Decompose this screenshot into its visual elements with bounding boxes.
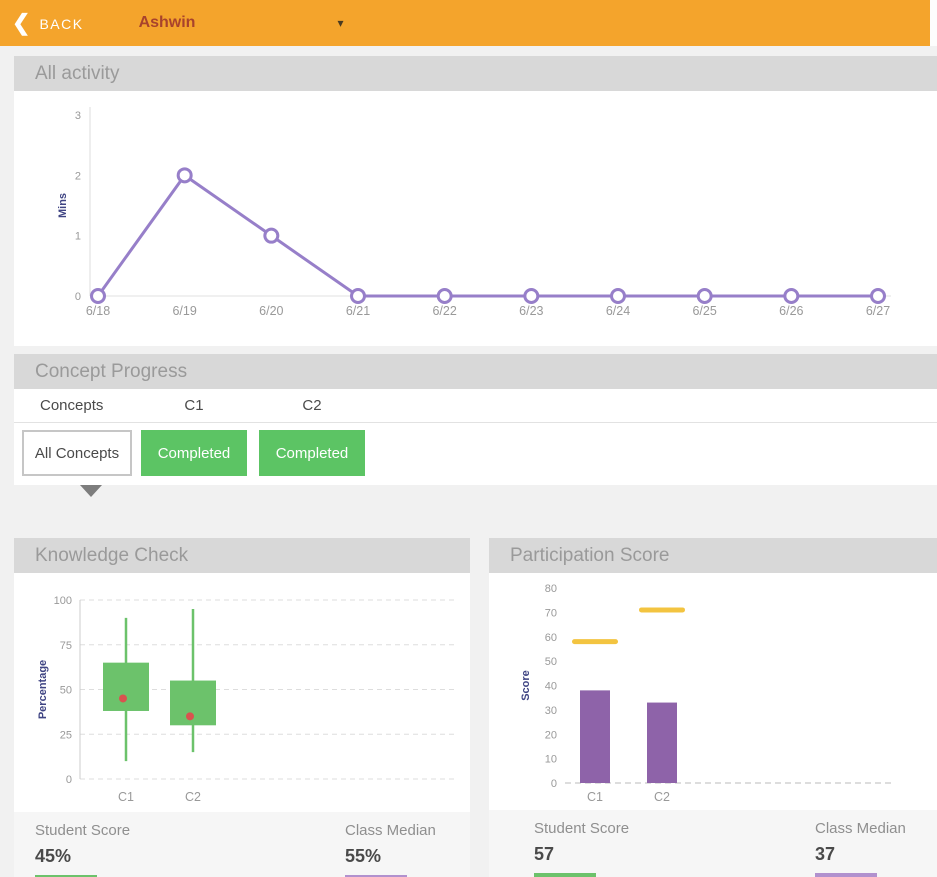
knowledge-check-footer: Student Score 45% Class Median 55% xyxy=(14,812,470,877)
svg-text:0: 0 xyxy=(75,291,81,303)
concept-buttons-row: All Concepts Completed Completed xyxy=(14,423,937,485)
svg-text:50: 50 xyxy=(545,656,557,668)
svg-text:6/27: 6/27 xyxy=(866,304,890,318)
back-button[interactable]: ❮ BACK xyxy=(12,12,84,34)
svg-text:Mins: Mins xyxy=(57,193,69,218)
svg-text:6/19: 6/19 xyxy=(172,304,196,318)
participation-score-panel: Participation Score 0 10 20 30 40 50 60 70 80 Sco… xyxy=(489,538,937,877)
svg-text:75: 75 xyxy=(60,640,72,652)
knowledge-check-title: Knowledge Check xyxy=(14,538,470,573)
all-activity-title: All activity xyxy=(14,56,937,91)
svg-text:6/20: 6/20 xyxy=(259,304,283,318)
svg-text:Score: Score xyxy=(520,670,532,701)
class-median-underline xyxy=(815,873,877,877)
svg-text:30: 30 xyxy=(545,705,557,717)
svg-text:6/24: 6/24 xyxy=(606,304,630,318)
svg-text:1: 1 xyxy=(75,231,81,243)
svg-text:20: 20 xyxy=(545,729,557,741)
svg-text:0: 0 xyxy=(66,774,72,786)
concept-columns-header: Concepts C1 C2 xyxy=(14,389,937,423)
svg-text:40: 40 xyxy=(545,681,557,693)
svg-text:50: 50 xyxy=(60,685,72,697)
selected-concept-pointer-icon xyxy=(80,485,102,497)
class-median-block: Class Median 37 xyxy=(815,820,906,877)
svg-text:Percentage: Percentage xyxy=(37,660,49,719)
svg-text:C2: C2 xyxy=(185,790,201,804)
class-median-block: Class Median 55% xyxy=(345,822,436,877)
class-median-value: 55% xyxy=(345,846,382,866)
student-dashboard: ❮ BACK Ashwin ▾ All activity 0 1 2 3 Mins 6/1… xyxy=(0,0,937,877)
caret-down-icon: ▾ xyxy=(337,16,344,30)
svg-text:6/18: 6/18 xyxy=(86,304,110,318)
all-concepts-button[interactable]: All Concepts xyxy=(22,430,132,476)
svg-text:C1: C1 xyxy=(587,790,603,804)
class-median-label: Class Median xyxy=(815,820,906,837)
concept-progress-title: Concept Progress xyxy=(14,354,937,389)
participation-score-footer: Student Score 57 Class Median 37 xyxy=(489,810,937,877)
participation-score-title: Participation Score xyxy=(489,538,937,573)
svg-text:6/21: 6/21 xyxy=(346,304,370,318)
svg-text:80: 80 xyxy=(545,583,557,595)
knowledge-check-panel: Knowledge Check 0 25 50 75 100 Percentage C1 C2… xyxy=(14,538,470,877)
back-chevron-icon: ❮ xyxy=(12,10,31,35)
c1-column-label: C1 xyxy=(184,397,204,414)
concept-progress-body: Concepts C1 C2 All Concepts Completed Co… xyxy=(14,389,937,485)
svg-text:C1: C1 xyxy=(118,790,134,804)
concepts-column-label: Concepts xyxy=(40,397,104,414)
svg-text:3: 3 xyxy=(75,110,81,122)
student-name: Ashwin xyxy=(138,14,196,31)
class-median-value: 37 xyxy=(815,844,836,864)
svg-text:10: 10 xyxy=(545,754,557,766)
c2-column-label: C2 xyxy=(302,397,322,414)
svg-text:2: 2 xyxy=(75,170,81,182)
student-selector-dropdown[interactable]: Ashwin ▾ xyxy=(139,14,344,32)
topbar: ❮ BACK Ashwin ▾ xyxy=(0,0,937,46)
svg-text:100: 100 xyxy=(54,595,72,607)
svg-text:70: 70 xyxy=(545,607,557,619)
c2-completed-button[interactable]: Completed xyxy=(259,430,365,476)
svg-text:0: 0 xyxy=(551,778,557,790)
svg-text:6/25: 6/25 xyxy=(692,304,716,318)
svg-text:25: 25 xyxy=(60,729,72,741)
svg-text:6/22: 6/22 xyxy=(432,304,456,318)
svg-text:60: 60 xyxy=(545,632,557,644)
activity-line-chart: 0 1 2 3 Mins 6/18 6/19 6/20 6/21 6/22 6/23 6/24 6/25… xyxy=(14,91,937,346)
svg-text:6/26: 6/26 xyxy=(779,304,803,318)
participation-score-bar-chart: 0 10 20 30 40 50 60 70 80 Score C1 C2 xyxy=(489,573,937,810)
svg-text:C2: C2 xyxy=(654,790,670,804)
concept-progress-section: Concept Progress Concepts C1 C2 All Conc… xyxy=(14,354,937,497)
back-label: BACK xyxy=(39,16,84,32)
svg-text:6/23: 6/23 xyxy=(519,304,543,318)
student-score-underline xyxy=(534,873,596,877)
scrollbar-gutter xyxy=(930,0,937,46)
knowledge-check-boxplot: 0 25 50 75 100 Percentage C1 C2 xyxy=(14,573,470,812)
c1-completed-button[interactable]: Completed xyxy=(141,430,247,476)
class-median-label: Class Median xyxy=(345,822,436,839)
all-activity-section: All activity 0 1 2 3 Mins 6/18 6/19 6/20 6/21 6/2… xyxy=(14,56,937,346)
